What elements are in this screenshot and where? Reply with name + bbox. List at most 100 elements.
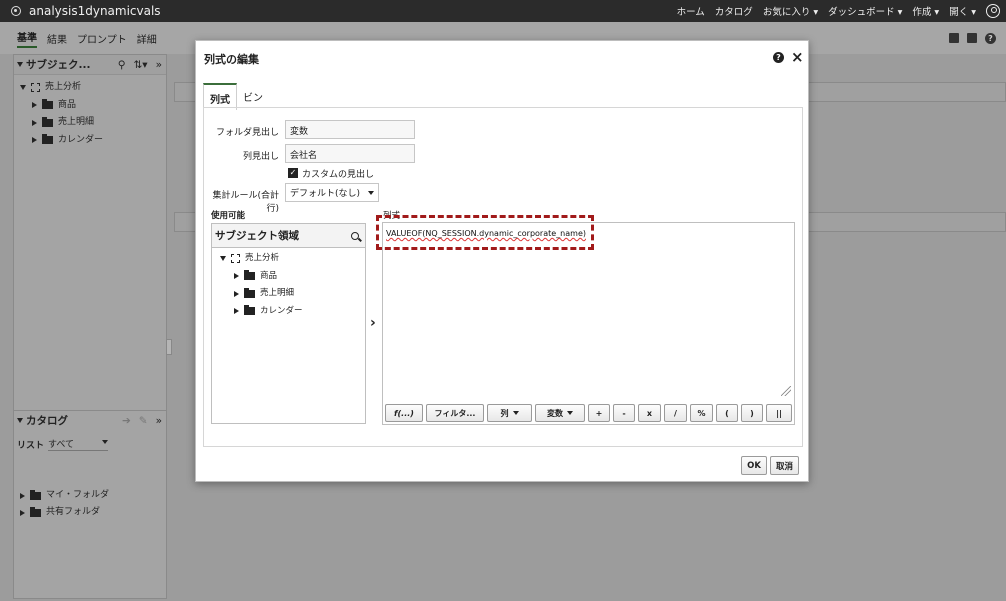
help-icon[interactable]: ? — [985, 32, 996, 44]
save-as-icon[interactable] — [967, 32, 977, 43]
custom-heading-label: カスタムの見出し — [302, 170, 375, 180]
close-icon[interactable]: × — [791, 48, 804, 66]
resize-grip-icon[interactable] — [781, 386, 791, 396]
percent-button[interactable]: % — [690, 404, 713, 422]
move-icon[interactable]: ➔ — [122, 415, 131, 427]
function-button[interactable]: f(...) — [385, 404, 423, 422]
ok-button[interactable]: OK — [741, 456, 767, 475]
concat-button[interactable]: || — [766, 404, 792, 422]
cancel-button[interactable]: 取消 — [769, 456, 799, 475]
expression-editor[interactable]: VALUEOF(NQ_SESSION.dynamic_corporate_nam… — [382, 222, 795, 425]
right-paren-button[interactable]: ) — [741, 404, 763, 422]
catalog-header: カタログ ➔ ✎ » — [14, 410, 166, 430]
available-label: 使用可能 — [211, 211, 246, 221]
subject-tree: 売上分析 商品 売上明細 カレンダー — [14, 75, 166, 153]
tree-item[interactable]: 売上明細 — [218, 285, 359, 303]
search-icon[interactable]: ⚲ — [118, 59, 126, 71]
chevron-down-icon — [368, 190, 374, 195]
tree-item[interactable]: カレンダー — [20, 132, 160, 150]
folder-icon — [244, 305, 255, 316]
tab-criteria[interactable]: 基準 — [17, 29, 37, 48]
panel-splitter[interactable] — [166, 339, 172, 355]
expression-toolbar: f(...) フィルタ... 列 変数 + - x / % ( ) || — [385, 404, 792, 422]
nav-home[interactable]: ホーム — [677, 4, 705, 18]
tab-bins[interactable]: ビン — [237, 83, 269, 110]
chevron-down-icon — [512, 411, 519, 415]
collapse-icon[interactable] — [17, 62, 23, 67]
collapsed-icon[interactable] — [234, 273, 239, 280]
expression-text[interactable]: VALUEOF(NQ_SESSION.dynamic_corporate_nam… — [386, 229, 586, 238]
user-icon[interactable] — [986, 4, 1000, 18]
variable-button[interactable]: 変数 — [535, 404, 585, 422]
folder-icon — [30, 489, 41, 500]
folder-icon — [42, 116, 53, 127]
tab-results[interactable]: 結果 — [47, 31, 67, 46]
tree-item[interactable]: カレンダー — [218, 303, 359, 321]
tab-advanced[interactable]: 詳細 — [137, 31, 157, 46]
dialog-footer: OK 取消 — [741, 456, 799, 475]
custom-heading-checkbox[interactable]: ✓ — [288, 168, 298, 178]
tab-column-formula[interactable]: 列式 — [203, 83, 237, 110]
catalog-tree: マイ・フォルダ 共有フォルダ — [20, 487, 109, 521]
sort-icon[interactable]: ⇅▾ — [133, 59, 147, 71]
catalog-list-select[interactable]: すべて — [48, 437, 109, 451]
expanded-icon[interactable] — [220, 256, 226, 262]
more-icon[interactable]: » — [156, 415, 162, 427]
subject-area-browser: サブジェクト領域 売上分析 商品 売上明細 カレンダー — [211, 223, 366, 424]
subject-area-panel: サブジェク... ⚲ ⇅▾ » 売上分析 商品 売上明細 カレンダー カタログ … — [13, 54, 167, 599]
subject-area-icon — [31, 83, 40, 93]
nav-favorites[interactable]: お気に入り ▾ — [763, 4, 818, 18]
collapse-icon[interactable] — [17, 418, 23, 423]
folder-heading-label: フォルダ見出し — [215, 128, 279, 138]
collapsed-icon[interactable] — [234, 308, 239, 315]
global-nav: ホーム カタログ お気に入り ▾ ダッシュボード ▾ 作成 ▾ 開く ▾ — [677, 4, 1000, 18]
catalog-item[interactable]: 共有フォルダ — [20, 504, 109, 521]
save-icon[interactable] — [949, 32, 959, 43]
catalog-item[interactable]: マイ・フォルダ — [20, 487, 109, 504]
aggregation-rule-select[interactable]: デフォルト(なし) — [285, 183, 379, 202]
folder-icon — [30, 506, 41, 517]
expression-label: 列式 — [383, 211, 401, 221]
collapsed-icon[interactable] — [32, 102, 37, 109]
collapsed-icon[interactable] — [20, 492, 25, 499]
edit-icon[interactable]: ✎ — [139, 415, 148, 427]
column-button[interactable]: 列 — [487, 404, 532, 422]
nav-catalog[interactable]: カタログ — [715, 4, 753, 18]
column-heading-input[interactable]: 会社名 — [285, 144, 415, 163]
tab-prompts[interactable]: プロンプト — [77, 31, 127, 46]
collapsed-icon[interactable] — [234, 290, 239, 297]
nav-create[interactable]: 作成 ▾ — [912, 4, 939, 18]
help-icon[interactable]: ? — [773, 52, 784, 63]
multiply-button[interactable]: x — [638, 404, 661, 422]
tree-item[interactable]: 商品 — [218, 268, 359, 286]
plus-button[interactable]: + — [588, 404, 610, 422]
filter-button[interactable]: フィルタ... — [426, 404, 484, 422]
collapsed-icon[interactable] — [32, 119, 37, 126]
catalog-title: カタログ — [26, 415, 68, 427]
subject-area-browser-title: サブジェクト領域 — [215, 230, 299, 242]
dialog-body: フォルダ見出し 変数 列見出し 会社名 ✓ カスタムの見出し 集計ルール(合計行… — [203, 107, 803, 447]
nav-open[interactable]: 開く ▾ — [949, 4, 976, 18]
subject-area-icon — [231, 254, 240, 264]
nav-dashboards[interactable]: ダッシュボード ▾ — [828, 4, 902, 18]
tree-root[interactable]: 売上分析 — [218, 250, 359, 268]
expanded-icon[interactable] — [20, 85, 26, 91]
column-heading-label: 列見出し — [242, 152, 279, 162]
oracle-logo-icon — [11, 6, 21, 16]
more-icon[interactable]: » — [156, 59, 162, 71]
tree-root[interactable]: 売上分析 — [20, 79, 160, 97]
folder-icon — [244, 287, 255, 298]
collapsed-icon[interactable] — [20, 509, 25, 516]
left-paren-button[interactable]: ( — [716, 404, 738, 422]
folder-heading-input[interactable]: 変数 — [285, 120, 415, 139]
tree-item[interactable]: 商品 — [20, 97, 160, 115]
search-icon[interactable] — [351, 231, 359, 240]
folder-icon — [42, 134, 53, 145]
collapsed-icon[interactable] — [32, 137, 37, 144]
tree-item[interactable]: 売上明細 — [20, 114, 160, 132]
edit-column-formula-dialog: 列式の編集 ? × 列式 ビン フォルダ見出し 変数 列見出し 会社名 ✓ カス… — [195, 40, 809, 482]
insert-arrow-button[interactable]: › — [370, 315, 376, 331]
chevron-down-icon — [567, 411, 573, 415]
minus-button[interactable]: - — [613, 404, 635, 422]
divide-button[interactable]: / — [664, 404, 687, 422]
